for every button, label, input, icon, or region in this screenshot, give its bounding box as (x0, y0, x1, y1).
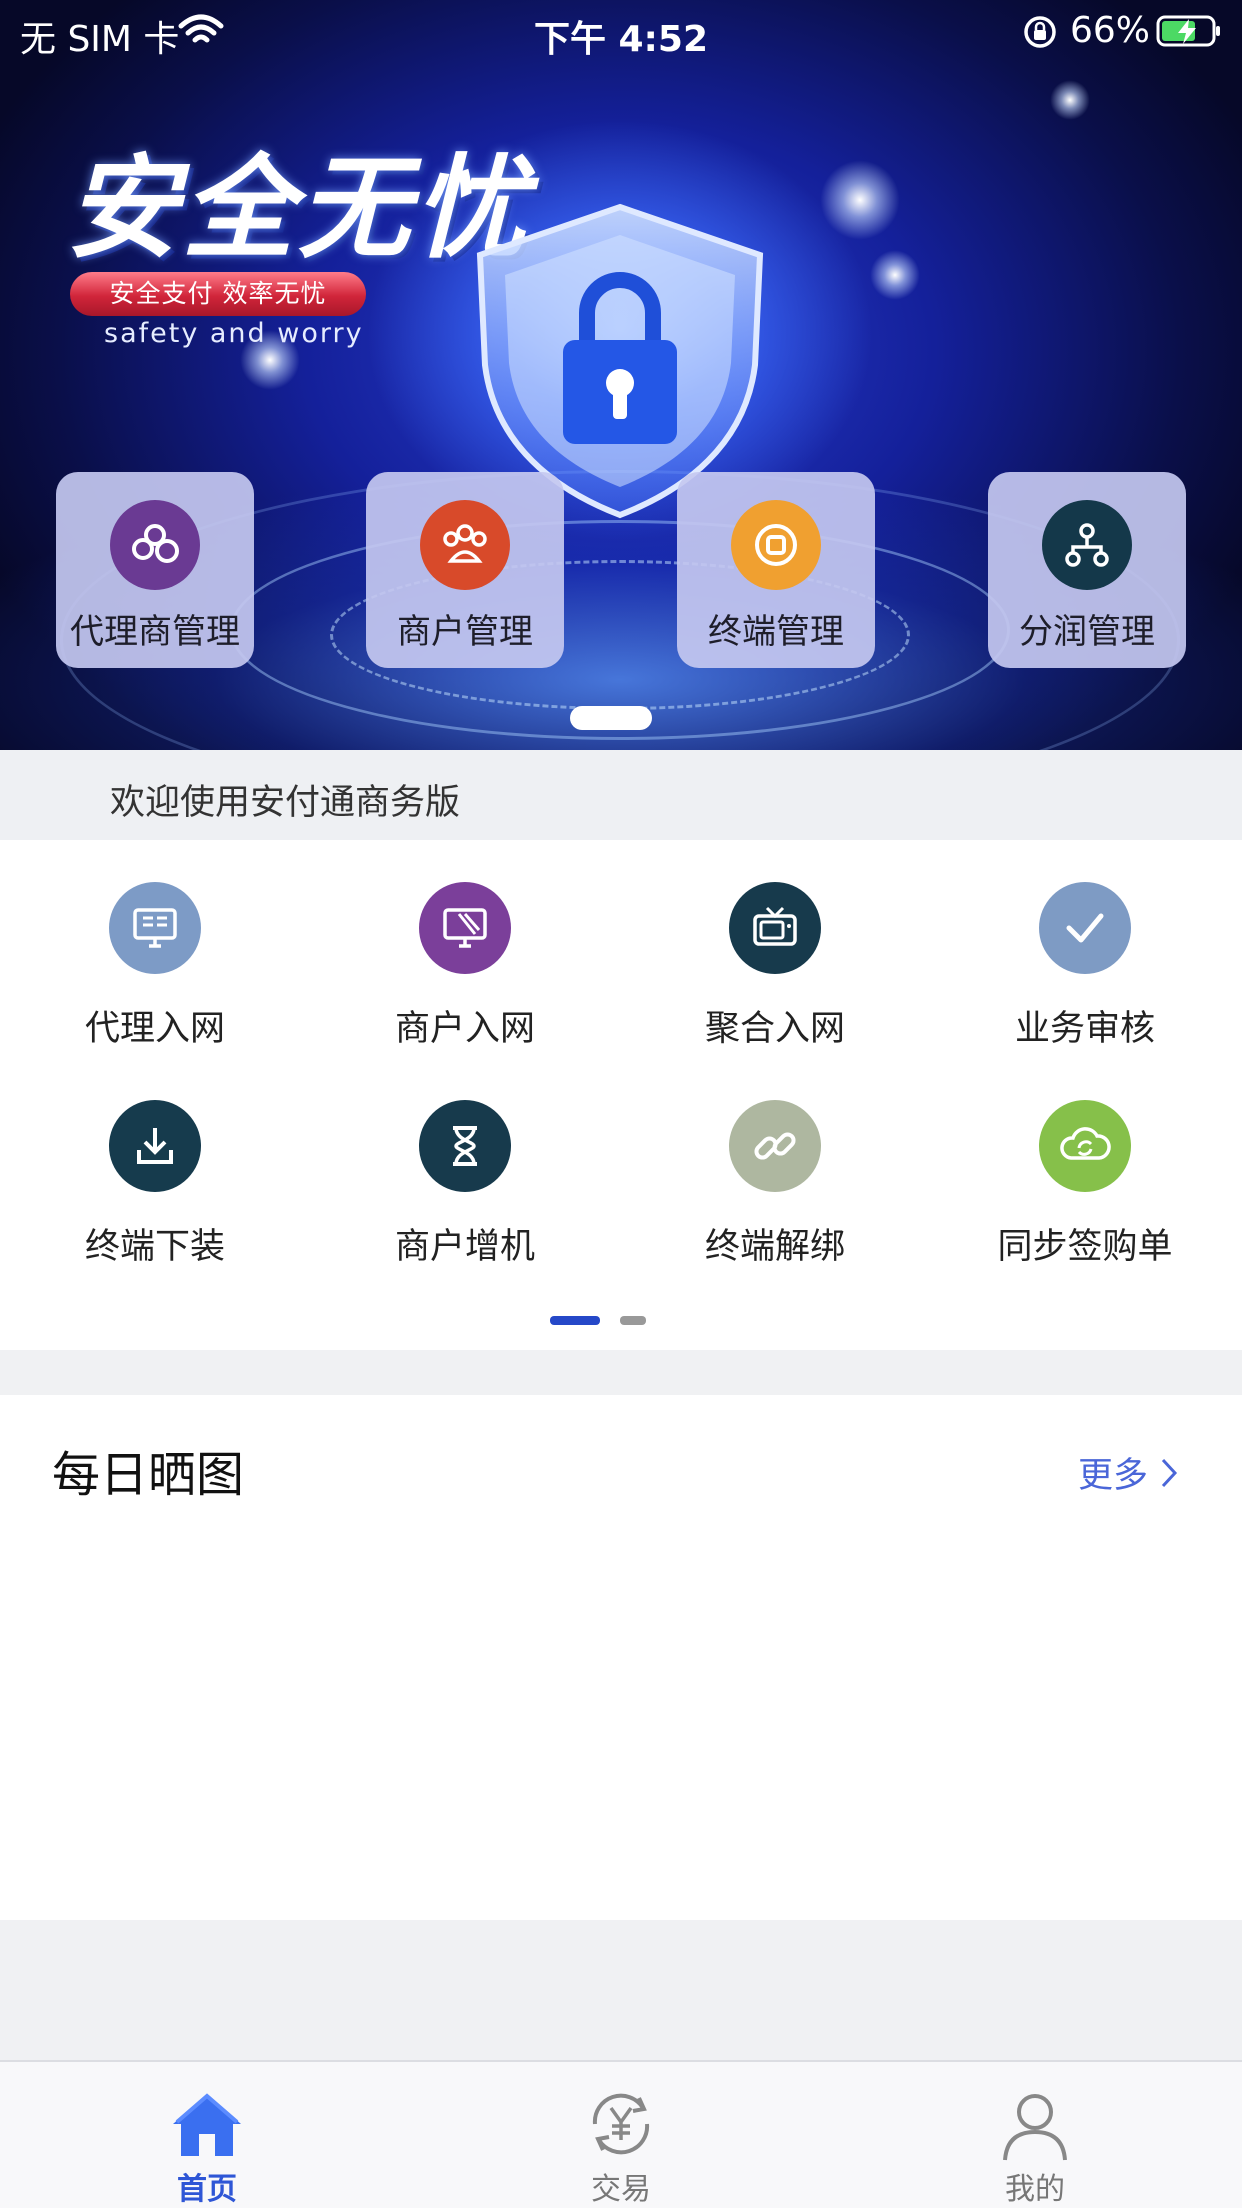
terminal-icon (731, 500, 821, 590)
welcome-text: 欢迎使用安付通商务版 (110, 783, 461, 823)
yuan-exchange-icon (592, 2093, 650, 2155)
grid-item-terminal-download[interactable]: 终端下装 (0, 1058, 310, 1267)
more-label: 更多 (1077, 1456, 1148, 1496)
card-profit-share-management[interactable]: 分润管理 (988, 472, 1186, 668)
card-label: 分润管理 (1019, 612, 1155, 652)
profit-share-icon (1042, 500, 1132, 590)
user-icon (1003, 2094, 1067, 2161)
section-title: 每日晒图 (52, 1447, 245, 1503)
battery-percent: 66% (1070, 10, 1151, 51)
banner-page-indicator (570, 706, 652, 730)
link-icon (729, 1100, 821, 1192)
tv-icon (729, 882, 821, 974)
daily-showcase-section: 每日晒图 更多 (0, 1395, 1242, 1920)
grid-item-agent-onboarding[interactable]: 代理入网 (0, 840, 310, 1049)
more-link[interactable]: 更多 (1078, 1447, 1178, 1498)
check-icon (1039, 882, 1131, 974)
page-indicator-inactive[interactable] (620, 1316, 646, 1325)
tab-label: 首页 (177, 2172, 237, 2207)
grid-item-label: 聚合入网 (704, 1009, 845, 1049)
battery-charging-icon (1156, 15, 1220, 47)
grid-item-aggregate-onboarding[interactable]: 聚合入网 (620, 840, 930, 1049)
grid-item-terminal-unbind[interactable]: 终端解绑 (620, 1058, 930, 1267)
card-agent-management[interactable]: 代理商管理 (56, 472, 254, 668)
grid-item-label: 终端解绑 (704, 1227, 845, 1267)
home-icon (173, 2093, 241, 2156)
merchants-icon (420, 500, 510, 590)
sparkle (820, 160, 900, 240)
orientation-lock-icon (1024, 16, 1056, 48)
grid-item-label: 代理入网 (84, 1009, 225, 1049)
welcome-bar: 欢迎使用安付通商务版 (0, 750, 1242, 840)
feature-grid: 代理入网 商户入网 聚合入网 业务审核 终端下装 商户增机 终端解绑 同步签购单 (0, 840, 1242, 1350)
sparkle (870, 250, 920, 300)
tab-home[interactable]: 首页 (0, 2062, 414, 2208)
grid-item-label: 业务审核 (1014, 1009, 1155, 1049)
hero-banner[interactable]: 安全无忧 安全支付 效率无忧 safety and worry 代理商管理 商户… (0, 0, 1242, 750)
card-label: 代理商管理 (70, 612, 240, 652)
grid-item-label: 同步签购单 (997, 1227, 1173, 1267)
chevron-right-icon (1161, 1458, 1178, 1487)
grid-item-label: 终端下装 (84, 1227, 225, 1267)
agents-icon (110, 500, 200, 590)
grid-item-label: 商户入网 (394, 1009, 535, 1049)
page-indicator-active[interactable] (550, 1316, 600, 1325)
card-label: 商户管理 (397, 612, 533, 652)
hourglass-icon (419, 1100, 511, 1192)
card-merchant-management[interactable]: 商户管理 (366, 472, 564, 668)
grid-item-merchant-add-device[interactable]: 商户增机 (310, 1058, 620, 1267)
quick-cards: 代理商管理 商户管理 终端管理 分润管理 (0, 472, 1242, 670)
status-bar: 无 SIM 卡 下午 4:52 66% (0, 0, 1242, 62)
sparkle (1050, 80, 1090, 120)
screen-icon (419, 882, 511, 974)
card-label: 终端管理 (708, 612, 844, 652)
card-terminal-management[interactable]: 终端管理 (677, 472, 875, 668)
grid-item-business-review[interactable]: 业务审核 (930, 840, 1240, 1049)
banner-pill: 安全支付 效率无忧 (70, 272, 366, 316)
tab-mine[interactable]: 我的 (828, 2062, 1242, 2208)
grid-item-label: 商户增机 (394, 1227, 535, 1267)
monitor-icon (109, 882, 201, 974)
cloud-sync-icon (1039, 1100, 1131, 1192)
tab-trade[interactable]: 交易 (414, 2062, 828, 2208)
tab-bar: 首页 交易 我的 (0, 2060, 1242, 2208)
grid-item-merchant-onboarding[interactable]: 商户入网 (310, 840, 620, 1049)
tab-label: 我的 (1005, 2172, 1065, 2207)
grid-item-sync-receipts[interactable]: 同步签购单 (930, 1058, 1240, 1267)
banner-subtitle: safety and worry (104, 318, 364, 349)
tab-label: 交易 (591, 2172, 651, 2207)
download-icon (109, 1100, 201, 1192)
